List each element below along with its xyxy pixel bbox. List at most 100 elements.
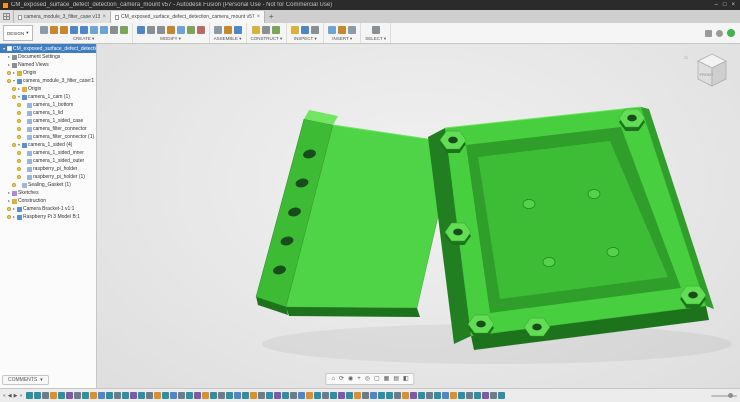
timeline-feature-icon[interactable] <box>418 392 425 399</box>
expand-chevron-icon[interactable]: ▸ <box>12 69 16 77</box>
timeline-feature-icon[interactable] <box>490 392 497 399</box>
construction-point-icon[interactable] <box>272 26 280 34</box>
fit-icon[interactable]: ▢ <box>374 375 380 383</box>
timeline-feature-icon[interactable] <box>34 392 41 399</box>
timeline-feature-icon[interactable] <box>458 392 465 399</box>
timeline-end-icon[interactable]: » <box>20 392 23 400</box>
timeline-feature-icon[interactable] <box>498 392 505 399</box>
expand-chevron-icon[interactable]: ▾ <box>17 141 21 149</box>
timeline-feature-icon[interactable] <box>306 392 313 399</box>
model-viewport[interactable]: ⌂ FRONT <box>97 44 740 388</box>
browser-tree-item[interactable]: camera_1_sided_case <box>0 117 96 125</box>
timeline-feature-icon[interactable] <box>338 392 345 399</box>
comments-panel-toggle[interactable]: COMMENTS ▾ <box>2 375 49 385</box>
visibility-bulb-icon[interactable] <box>12 183 16 187</box>
pattern-icon[interactable] <box>120 26 128 34</box>
zoom-icon[interactable]: ◎ <box>365 375 370 383</box>
home-icon[interactable]: ⌂ <box>331 375 335 383</box>
browser-tree-item[interactable]: ▸Origin <box>0 85 96 93</box>
visibility-bulb-icon[interactable] <box>17 151 21 155</box>
timeline-feature-icon[interactable] <box>370 392 377 399</box>
timeline-start-icon[interactable]: « <box>3 392 6 400</box>
timeline-feature-icon[interactable] <box>210 392 217 399</box>
offset-face-icon[interactable] <box>187 26 195 34</box>
section-analysis-icon[interactable] <box>301 26 309 34</box>
combine-icon[interactable] <box>177 26 185 34</box>
timeline-feature-icon[interactable] <box>122 392 129 399</box>
timeline-feature-icon[interactable] <box>154 392 161 399</box>
timeline-feature-icon[interactable] <box>218 392 225 399</box>
browser-tree-item[interactable]: Sealing_Gasket (1) <box>0 181 96 189</box>
insert-derive-icon[interactable] <box>328 26 336 34</box>
fillet-icon[interactable] <box>147 26 155 34</box>
create-sketch-icon[interactable] <box>40 26 48 34</box>
measure-icon[interactable] <box>291 26 299 34</box>
expand-chevron-icon[interactable]: ▸ <box>12 205 16 213</box>
timeline-feature-icon[interactable] <box>146 392 153 399</box>
browser-tree-item[interactable]: camera_filter_connector <box>0 125 96 133</box>
expand-chevron-icon[interactable]: ▸ <box>7 53 11 61</box>
expand-chevron-icon[interactable]: ▸ <box>7 189 11 197</box>
visibility-bulb-icon[interactable] <box>17 167 21 171</box>
expand-chevron-icon[interactable]: ▸ <box>7 197 11 205</box>
timeline-feature-icon[interactable] <box>138 392 145 399</box>
timeline-feature-icon[interactable] <box>74 392 81 399</box>
toolbar-group-label[interactable]: ASSEMBLE ▾ <box>214 36 242 42</box>
timeline-feature-icon[interactable] <box>298 392 305 399</box>
browser-tree-item[interactable]: camera_1_sided_inner <box>0 149 96 157</box>
decal-icon[interactable] <box>338 26 346 34</box>
notifications-icon[interactable] <box>716 30 723 37</box>
browser-tree-item[interactable]: camera_1_sided_outer <box>0 157 96 165</box>
document-tab[interactable]: CM_exposed_surface_defect_detection_came… <box>111 11 265 23</box>
timeline-feature-icon[interactable] <box>482 392 489 399</box>
select-icon[interactable] <box>372 26 380 34</box>
timeline-feature-icon[interactable] <box>42 392 49 399</box>
timeline-feature-icon[interactable] <box>450 392 457 399</box>
timeline-feature-icon[interactable] <box>66 392 73 399</box>
timeline-feature-icon[interactable] <box>266 392 273 399</box>
timeline-feature-icon[interactable] <box>290 392 297 399</box>
insert-mesh-icon[interactable] <box>348 26 356 34</box>
maximize-button[interactable]: □ <box>723 2 727 8</box>
visibility-bulb-icon[interactable] <box>17 175 21 179</box>
display-settings-icon[interactable]: ▦ <box>384 375 390 383</box>
timeline-feature-icon[interactable] <box>106 392 113 399</box>
workspace-selector[interactable]: DESIGN ▾ <box>3 25 33 41</box>
timeline-feature-icon[interactable] <box>186 392 193 399</box>
timeline-feature-icon[interactable] <box>346 392 353 399</box>
visibility-bulb-icon[interactable] <box>12 95 16 99</box>
timeline-feature-icon[interactable] <box>354 392 361 399</box>
home-view-icon[interactable]: ⌂ <box>684 55 688 61</box>
browser-tree-item[interactable]: camera_1_bottom <box>0 101 96 109</box>
timeline-feature-icon[interactable] <box>194 392 201 399</box>
timeline-feature-icon[interactable] <box>178 392 185 399</box>
timeline-feature-icon[interactable] <box>274 392 281 399</box>
browser-tree-item[interactable]: raspberry_pi_holder (1) <box>0 173 96 181</box>
browser-tree-item[interactable]: ▸Sketches <box>0 189 96 197</box>
model-3d-view[interactable] <box>97 44 740 389</box>
timeline-feature-icon[interactable] <box>434 392 441 399</box>
browser-tree-item[interactable]: ▸Origin <box>0 69 96 77</box>
view-cube[interactable]: ⌂ FRONT <box>684 47 734 95</box>
orbit-icon[interactable]: ⟳ <box>339 375 344 383</box>
timeline-feature-icon[interactable] <box>410 392 417 399</box>
split-body-icon[interactable] <box>197 26 205 34</box>
layout-grid-icon[interactable]: ▤ <box>393 375 399 383</box>
browser-tree-item[interactable]: ▸Raspberry Pi 3 Model B:1 <box>0 213 96 221</box>
toolbar-group-label[interactable]: SELECT ▾ <box>365 36 386 42</box>
timeline-step-back-icon[interactable]: ◀ <box>8 392 12 400</box>
visibility-bulb-icon[interactable] <box>7 71 11 75</box>
timeline-feature-icon[interactable] <box>282 392 289 399</box>
pan-icon[interactable]: + <box>357 375 361 383</box>
timeline-feature-icon[interactable] <box>162 392 169 399</box>
timeline-feature-icon[interactable] <box>466 392 473 399</box>
toolbar-group-label[interactable]: CREATE ▾ <box>73 36 94 42</box>
press-pull-icon[interactable] <box>137 26 145 34</box>
visibility-bulb-icon[interactable] <box>17 111 21 115</box>
extensions-icon[interactable] <box>705 30 712 37</box>
browser-root-item[interactable]: ▾ CM_exposed_surface_defect_detection_ca… <box>0 44 96 53</box>
browser-tree-item[interactable]: ▸Construction <box>0 197 96 205</box>
timeline-feature-icon[interactable] <box>98 392 105 399</box>
timeline-feature-icon[interactable] <box>330 392 337 399</box>
data-panel-toggle-button[interactable] <box>0 10 14 23</box>
